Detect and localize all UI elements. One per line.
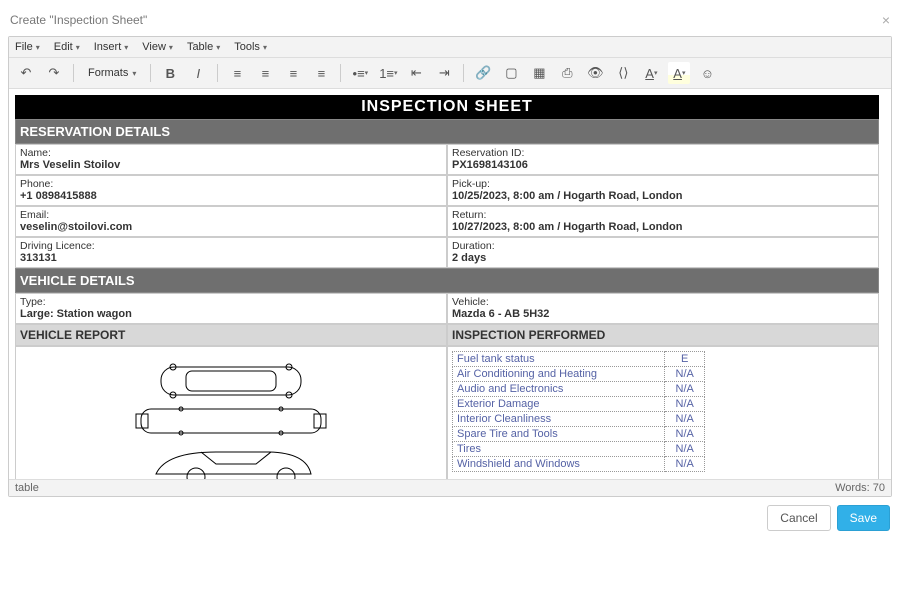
media-icon[interactable]: ▦ <box>528 62 550 84</box>
status-path: table <box>15 482 39 494</box>
table-row: Audio and ElectronicsN/A <box>453 382 705 397</box>
bold-icon[interactable]: B <box>159 62 181 84</box>
table-row: Interior CleanlinessN/A <box>453 412 705 427</box>
editor-content[interactable]: INSPECTION SHEET RESERVATION DETAILS Nam… <box>9 89 891 479</box>
inspection-value: N/A <box>665 412 705 427</box>
inspection-label: Exterior Damage <box>453 397 665 412</box>
table-row: Exterior DamageN/A <box>453 397 705 412</box>
inspection-label: Tires <box>453 442 665 457</box>
outdent-icon[interactable]: ⇤ <box>405 62 427 84</box>
inspection-label: Interior Cleanliness <box>453 412 665 427</box>
field-reservation-id: Reservation ID:PX1698143106 <box>447 144 879 175</box>
inspection-value: N/A <box>665 367 705 382</box>
italic-icon[interactable]: I <box>187 62 209 84</box>
inspection-label: Fuel tank status <box>453 352 665 367</box>
inspection-value: E <box>665 352 705 367</box>
section-inspection-performed: INSPECTION PERFORMED <box>447 324 879 346</box>
inspection-label: Air Conditioning and Heating <box>453 367 665 382</box>
close-icon[interactable]: × <box>882 12 890 28</box>
table-row: Windshield and WindowsN/A <box>453 457 705 472</box>
menu-tools[interactable]: Tools▾ <box>234 41 267 53</box>
separator <box>73 64 74 82</box>
inspection-label: Windshield and Windows <box>453 457 665 472</box>
editor-frame: File▾ Edit▾ Insert▾ View▾ Table▾ Tools▾ … <box>8 36 892 497</box>
section-vehicle: VEHICLE DETAILS <box>15 268 879 293</box>
field-email: Email:veselin@stoilovi.com <box>15 206 447 237</box>
align-right-icon[interactable]: ≡ <box>282 62 304 84</box>
separator <box>463 64 464 82</box>
code-icon[interactable]: ⟨⟩ <box>612 62 634 84</box>
inspection-value: N/A <box>665 442 705 457</box>
print-icon[interactable]: ⎙ <box>556 62 578 84</box>
redo-icon[interactable]: ↷ <box>43 62 65 84</box>
preview-icon[interactable]: 👁 <box>584 62 606 84</box>
inspection-label: Audio and Electronics <box>453 382 665 397</box>
section-vehicle-report: VEHICLE REPORT <box>15 324 447 346</box>
indent-icon[interactable]: ⇥ <box>433 62 455 84</box>
menu-edit[interactable]: Edit▾ <box>54 41 80 53</box>
inspection-label: Spare Tire and Tools <box>453 427 665 442</box>
field-duration: Duration:2 days <box>447 237 879 268</box>
menu-file[interactable]: File▾ <box>15 41 40 53</box>
bullet-list-icon[interactable]: •≡▾ <box>349 62 371 84</box>
statusbar: table Words: 70 <box>9 479 891 496</box>
number-list-icon[interactable]: 1≡▾ <box>377 62 399 84</box>
align-justify-icon[interactable]: ≡ <box>310 62 332 84</box>
menubar: File▾ Edit▾ Insert▾ View▾ Table▾ Tools▾ <box>9 37 891 58</box>
modal-title: Create "Inspection Sheet" <box>10 13 147 27</box>
menu-view[interactable]: View▾ <box>142 41 173 53</box>
field-phone: Phone:+1 0898415888 <box>15 175 447 206</box>
section-reservation: RESERVATION DETAILS <box>15 119 879 144</box>
sheet-title: INSPECTION SHEET <box>15 95 879 119</box>
cancel-button[interactable]: Cancel <box>767 505 830 531</box>
toolbar: ↶ ↷ Formats▾ B I ≡ ≡ ≡ ≡ •≡▾ 1≡▾ ⇤ ⇥ 🔗 ▢… <box>9 58 891 89</box>
menu-table[interactable]: Table▾ <box>187 41 220 53</box>
link-icon[interactable]: 🔗 <box>472 62 494 84</box>
menu-insert[interactable]: Insert▾ <box>94 41 129 53</box>
separator <box>340 64 341 82</box>
bg-color-icon[interactable]: A▾ <box>668 62 690 84</box>
text-color-icon[interactable]: A▾ <box>640 62 662 84</box>
inspection-value: N/A <box>665 427 705 442</box>
table-row: Fuel tank statusE <box>453 352 705 367</box>
emoticon-icon[interactable]: ☺ <box>696 62 718 84</box>
inspection-value: N/A <box>665 382 705 397</box>
field-licence: Driving Licence:313131 <box>15 237 447 268</box>
formats-dropdown[interactable]: Formats▾ <box>82 64 142 82</box>
car-diagram-icon <box>101 359 361 479</box>
inspection-performed-pane: Fuel tank statusEAir Conditioning and He… <box>447 346 879 479</box>
align-center-icon[interactable]: ≡ <box>254 62 276 84</box>
vehicle-report-pane <box>15 346 447 479</box>
field-name: Name:Mrs Veselin Stoilov <box>15 144 447 175</box>
image-icon[interactable]: ▢ <box>500 62 522 84</box>
field-vehicle: Vehicle:Mazda 6 - AB 5H32 <box>447 293 879 324</box>
table-row: TiresN/A <box>453 442 705 457</box>
field-pickup: Pick-up:10/25/2023, 8:00 am / Hogarth Ro… <box>447 175 879 206</box>
inspection-table: Fuel tank statusEAir Conditioning and He… <box>452 351 705 472</box>
undo-icon[interactable]: ↶ <box>15 62 37 84</box>
field-return: Return:10/27/2023, 8:00 am / Hogarth Roa… <box>447 206 879 237</box>
modal-footer: Cancel Save <box>8 497 892 531</box>
inspection-value: N/A <box>665 457 705 472</box>
separator <box>150 64 151 82</box>
table-row: Spare Tire and ToolsN/A <box>453 427 705 442</box>
modal: Create "Inspection Sheet" × File▾ Edit▾ … <box>0 0 900 541</box>
align-left-icon[interactable]: ≡ <box>226 62 248 84</box>
modal-header: Create "Inspection Sheet" × <box>8 6 892 36</box>
inspection-value: N/A <box>665 397 705 412</box>
save-button[interactable]: Save <box>837 505 890 531</box>
table-row: Air Conditioning and HeatingN/A <box>453 367 705 382</box>
field-type: Type:Large: Station wagon <box>15 293 447 324</box>
separator <box>217 64 218 82</box>
word-count: Words: 70 <box>835 482 885 494</box>
